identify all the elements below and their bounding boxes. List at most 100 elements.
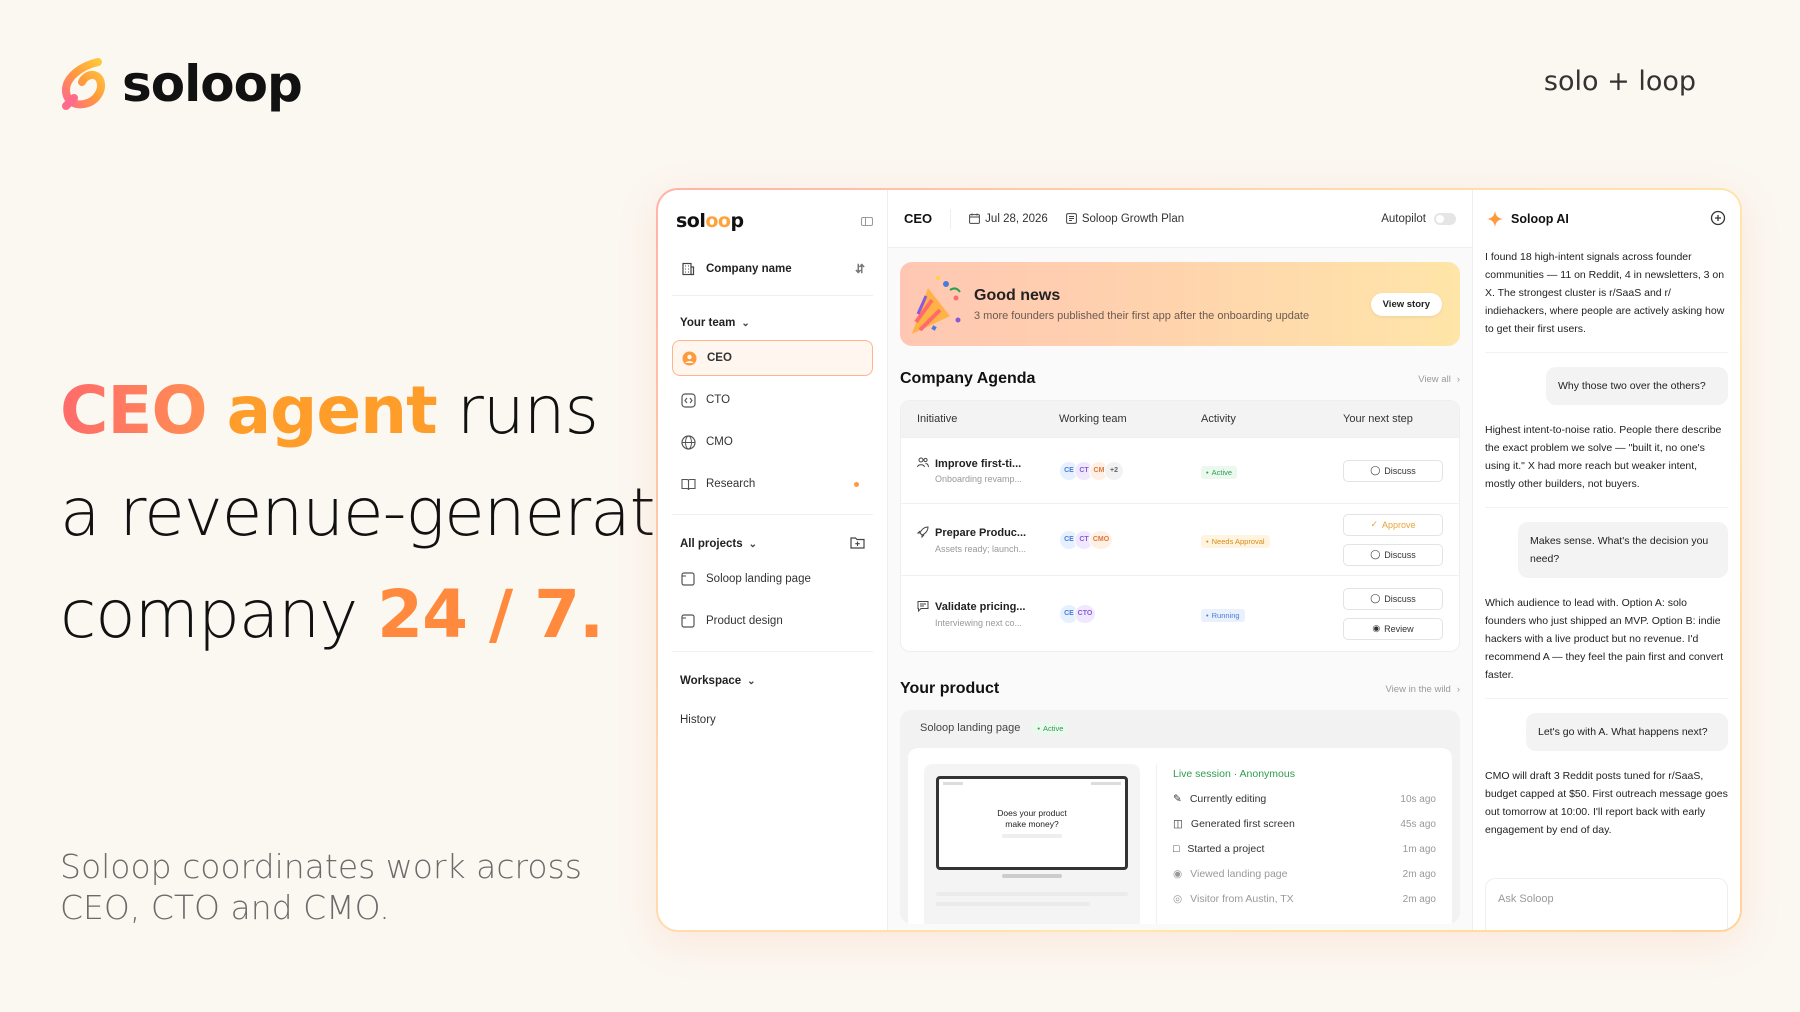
sidebar-item-history[interactable]: History [672,702,873,738]
live-session-label: Live session · Anonymous [1173,768,1295,780]
product-preview[interactable]: Does your product make money? [924,764,1140,924]
product-name[interactable]: Soloop landing page [920,722,1020,734]
headline-ceo: CEO [60,372,208,449]
topbar: CEO Jul 28, 2026 Soloop Growth Plan Auto… [888,190,1472,248]
user-message: Let's go with A. What happens next? [1526,713,1728,751]
discuss-button[interactable]: ◯ Discuss [1343,543,1443,566]
sidebar-logo[interactable]: soloop [676,210,744,232]
projects-label: All projects [680,538,743,550]
new-folder-icon[interactable] [850,536,865,552]
activity-item: ◎ Visitor from Austin, TX 2m ago [1173,893,1436,905]
headline-runs: runs [456,372,599,449]
autopilot-toggle[interactable] [1434,212,1456,225]
activity-time: 1m ago [1402,843,1436,855]
sidebar-item-research[interactable]: Research [672,466,873,502]
chevron-down-icon: ⌄ [748,538,758,550]
hero-subline: Soloop coordinates work across CEO, CTO … [60,847,582,927]
eye-icon: ◉ [1372,623,1381,633]
autopilot-control: Autopilot [1381,212,1456,225]
project-item[interactable]: Soloop landing page [672,561,873,597]
divider [672,651,873,652]
chevron-down-icon: ⌄ [741,317,750,329]
project-label: Soloop landing page [706,573,811,585]
company-switcher[interactable]: Company name ⇵ [672,252,873,296]
view-in-wild-label: View in the wild [1385,683,1451,695]
building-icon [680,261,696,277]
sidebar-item-cmo[interactable]: CMO [672,424,873,460]
users-icon [917,457,929,471]
status-label: Active [1042,723,1064,733]
ai-message: I found 18 high-intent signals across fo… [1485,248,1728,353]
activity-time: 2m ago [1402,893,1436,905]
sidebar-item-cto[interactable]: CTO [672,382,873,418]
laptop-screen: Does your product make money? [936,776,1128,870]
initiative-title: Prepare Produc... [935,527,1027,539]
date-chip[interactable]: Jul 28, 2026 [969,213,1048,225]
product-title: Your product [900,680,1000,697]
history-label: History [680,714,716,726]
plan-chip[interactable]: Soloop Growth Plan [1065,212,1185,225]
initiative-subtitle: Interviewing next co... [935,617,1023,628]
chat-messages: I found 18 high-intent signals across fo… [1473,248,1740,853]
chevron-right-icon: › [1456,683,1460,695]
view-all-link[interactable]: View all › [1418,374,1460,385]
headline-line-2: a revenue-generate [60,474,695,551]
workspace-section-header[interactable]: Workspace ⌄ [672,670,873,692]
sidebar-collapse-icon[interactable] [861,216,873,226]
banner-subtitle: 3 more founders published their first ap… [974,309,1310,322]
ai-message: Highest intent-to-noise ratio. People th… [1485,421,1728,508]
button-label: Discuss [1384,593,1416,604]
button-label: Review [1384,623,1414,634]
table-row[interactable]: Prepare Produc... Assets ready; launch..… [901,503,1459,575]
table-header: Initiative Working team Activity Your ne… [901,401,1459,437]
agenda-table: Initiative Working team Activity Your ne… [900,400,1460,652]
sidebar: soloop Company name ⇵ Your team ⌄ CEO CT… [658,190,888,930]
activity-label: Generated first screen [1190,818,1295,830]
review-button[interactable]: ◉ Review [1343,617,1443,640]
ai-message: CMO will draft 3 Reddit posts tuned for … [1485,770,1728,836]
banner-title: Good news [974,286,1061,304]
sidebar-item-label: CMO [706,436,733,448]
project-item[interactable]: Product design [672,603,873,639]
soloop-mark-icon [61,58,105,110]
team-avatars: CE CT CMO [1059,529,1201,550]
main-panel: CEO Jul 28, 2026 Soloop Growth Plan Auto… [888,190,1472,930]
monitor-icon: ◫ [1173,818,1183,830]
new-chat-icon[interactable] [1710,210,1726,229]
eye-icon: ◉ [1173,868,1183,880]
sidebar-item-label: Research [706,478,756,490]
ai-chat-panel: Soloop AI I found 18 high-intent signals… [1472,190,1740,930]
projects-section-header[interactable]: All projects ⌄ [672,533,873,555]
table-row[interactable]: Validate pricing... Interviewing next co… [901,575,1459,651]
workspace-label: Workspace [680,675,742,687]
globe-icon: ◎ [1173,893,1183,905]
team-section-header[interactable]: Your team ⌄ [672,312,873,334]
divider [672,514,873,515]
plan-label: Soloop Growth Plan [1081,212,1185,225]
activity-time: 2m ago [1402,868,1436,880]
discuss-button[interactable]: ◯ Discuss [1343,587,1443,610]
activity-item: □ Started a project 1m ago [1173,843,1436,855]
activity-time: 10s ago [1400,793,1436,805]
hero-headline: CEO agent runs a revenue-generate compan… [60,360,695,666]
column-header: Your next step [1343,413,1413,425]
view-story-button[interactable]: View story [1370,292,1442,316]
view-in-wild-link[interactable]: View in the wild › [1386,684,1460,695]
user-message: Why those two over the others? [1546,367,1728,405]
rocket-icon [916,525,929,541]
avatar: CTO [1074,603,1096,624]
divider [1156,764,1157,924]
table-row[interactable]: Improve first-ti... Onboarding revamp...… [901,437,1459,503]
chat-input[interactable]: Ask Soloop [1485,878,1728,930]
discuss-button[interactable]: ◯ Discuss [1343,459,1443,482]
initiative-title: Validate pricing... [935,601,1026,613]
preview-lines [936,892,1128,906]
page-icon [680,613,696,629]
book-icon [680,476,696,492]
sidebar-item-label: CEO [707,352,732,364]
column-header: Activity [1201,413,1236,425]
button-label: Discuss [1384,465,1416,476]
button-label: Discuss [1384,549,1416,560]
sidebar-item-ceo[interactable]: CEO [672,340,873,376]
approve-button[interactable]: ✓ Approve [1343,513,1443,536]
